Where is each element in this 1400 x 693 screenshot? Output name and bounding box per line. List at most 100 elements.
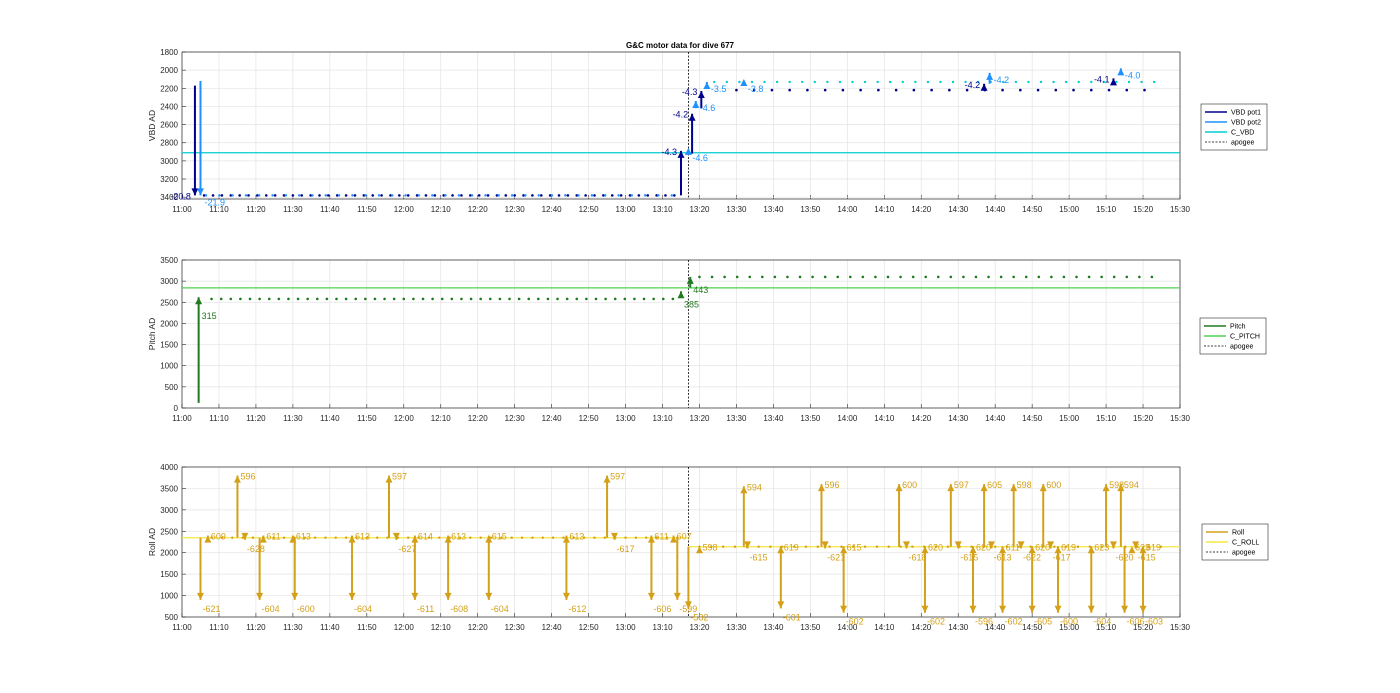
roll-point (593, 536, 596, 539)
pitch-point (335, 297, 338, 301)
pitch-point (296, 297, 300, 301)
y-tick-label: 2000 (160, 549, 178, 558)
pitch-point (344, 297, 348, 301)
roll-label: 619 (784, 542, 799, 552)
x-tick-label: 14:10 (874, 623, 895, 632)
roll-label: -621 (827, 552, 845, 562)
x-tick-label: 13:40 (763, 205, 784, 214)
roll-label: -600 (297, 604, 315, 614)
roll-point (757, 545, 760, 548)
vbd-pot1-point (291, 194, 295, 197)
x-tick-label: 14:30 (948, 623, 969, 632)
y-tick-label: 2400 (160, 102, 178, 111)
x-tick-label: 15:20 (1133, 205, 1154, 214)
vbd-pot2-point (324, 194, 327, 197)
plot-area (182, 260, 1180, 408)
roll-point (816, 545, 819, 548)
vbd-pot2-point (510, 194, 514, 197)
y-tick-label: 3500 (160, 484, 178, 493)
legend-entry: apogee (1232, 550, 1255, 557)
pitch-point (899, 275, 902, 279)
roll-point (551, 536, 555, 539)
x-tick-label: 13:20 (689, 205, 710, 214)
vbd-pot2-point (738, 80, 741, 84)
x-tick-label: 12:50 (579, 623, 600, 632)
vbd-pot2-point (725, 80, 729, 84)
pitch-point (594, 297, 598, 301)
vbd-pot1-point (424, 194, 428, 197)
x-tick-label: 12:40 (542, 205, 563, 214)
y-axis-label: Roll AD (147, 528, 157, 556)
roll-label: -612 (568, 604, 586, 614)
roll-label: 605 (987, 480, 1002, 490)
roll-point (946, 545, 950, 548)
roll-label: 597 (954, 480, 969, 490)
roll-point (510, 536, 513, 539)
y-tick-label: 3000 (160, 506, 178, 515)
x-tick-label: 13:20 (689, 414, 710, 423)
x-tick-label: 13:20 (689, 623, 710, 632)
roll-panel: 11:00 11:10 11:20 11:30 11:40 11:50 12:00 12:10… (147, 463, 1269, 632)
y-tick-label: 3000 (160, 277, 178, 286)
roll-label: 614 (418, 532, 433, 542)
vbd-pot1-point (1072, 88, 1075, 92)
vbd-pot2-point (801, 80, 804, 84)
pitch-point (613, 297, 617, 301)
x-tick-label: 11:40 (320, 205, 340, 214)
roll-label: 613 (569, 532, 584, 542)
vbd-pot1-label: -4.2 (965, 80, 981, 90)
x-tick-label: 12:50 (579, 414, 600, 423)
vbd-pot1-point (894, 88, 898, 92)
roll-label: 619 (1061, 542, 1076, 552)
roll-label: -611 (417, 604, 434, 614)
pitch-point (823, 275, 827, 279)
x-tick-label: 11:30 (283, 205, 303, 214)
pitch-point (373, 297, 377, 301)
roll-label: 613 (296, 532, 311, 542)
vbd-pot2-label: -4.2 (994, 75, 1010, 85)
vbd-pot2-point (577, 194, 580, 197)
pitch-point (1112, 275, 1116, 279)
y-tick-label: 500 (165, 613, 179, 622)
vbd-pot1-point (504, 194, 508, 197)
pitch-point (498, 297, 502, 301)
x-tick-label: 13:00 (616, 623, 637, 632)
x-tick-label: 12:10 (431, 623, 452, 632)
roll-point (520, 536, 524, 539)
x-tick-label: 12:30 (505, 623, 526, 632)
x-tick-label: 11:20 (246, 205, 266, 214)
legend-entry: Pitch (1230, 324, 1246, 331)
roll-label: 620 (928, 542, 943, 552)
roll-point (887, 545, 890, 548)
pitch-panel: 11:00 11:10 11:20 11:30 11:40 11:50 12:00 12:10… (147, 256, 1267, 423)
vbd-pot1-point (664, 194, 667, 197)
pitch-point (936, 275, 940, 279)
roll-label: -615 (1138, 552, 1156, 562)
roll-point (344, 536, 348, 539)
pitch-point (488, 297, 492, 301)
x-tick-label: 12:00 (394, 623, 415, 632)
x-tick-label: 14:10 (874, 414, 895, 423)
pitch-point (987, 275, 990, 279)
pitch-point (383, 297, 386, 301)
y-tick-label: 0 (174, 404, 179, 413)
pitch-label: 385 (684, 299, 699, 309)
pitch-point (508, 297, 511, 301)
x-tick-label: 13:30 (726, 205, 747, 214)
y-tick-label: 2800 (160, 139, 178, 148)
roll-point (863, 545, 867, 548)
vbd-pot2-point (1090, 80, 1093, 84)
vbd-pot2-point (1140, 80, 1143, 84)
y-tick-label: 3500 (160, 256, 178, 265)
pitch-point (949, 275, 953, 279)
vbd-pot2-point (951, 80, 955, 84)
roll-label: -596 (975, 617, 993, 627)
legend-entry: C_VBD (1231, 130, 1254, 137)
vbd-pot2-point (1027, 80, 1030, 84)
y-tick-label: 2000 (160, 319, 178, 328)
roll-point (769, 545, 772, 548)
vbd-pot2-point (914, 80, 917, 84)
pitch-point (537, 297, 540, 301)
vbd-pot2-point (851, 80, 854, 84)
pitch-point (440, 297, 444, 301)
